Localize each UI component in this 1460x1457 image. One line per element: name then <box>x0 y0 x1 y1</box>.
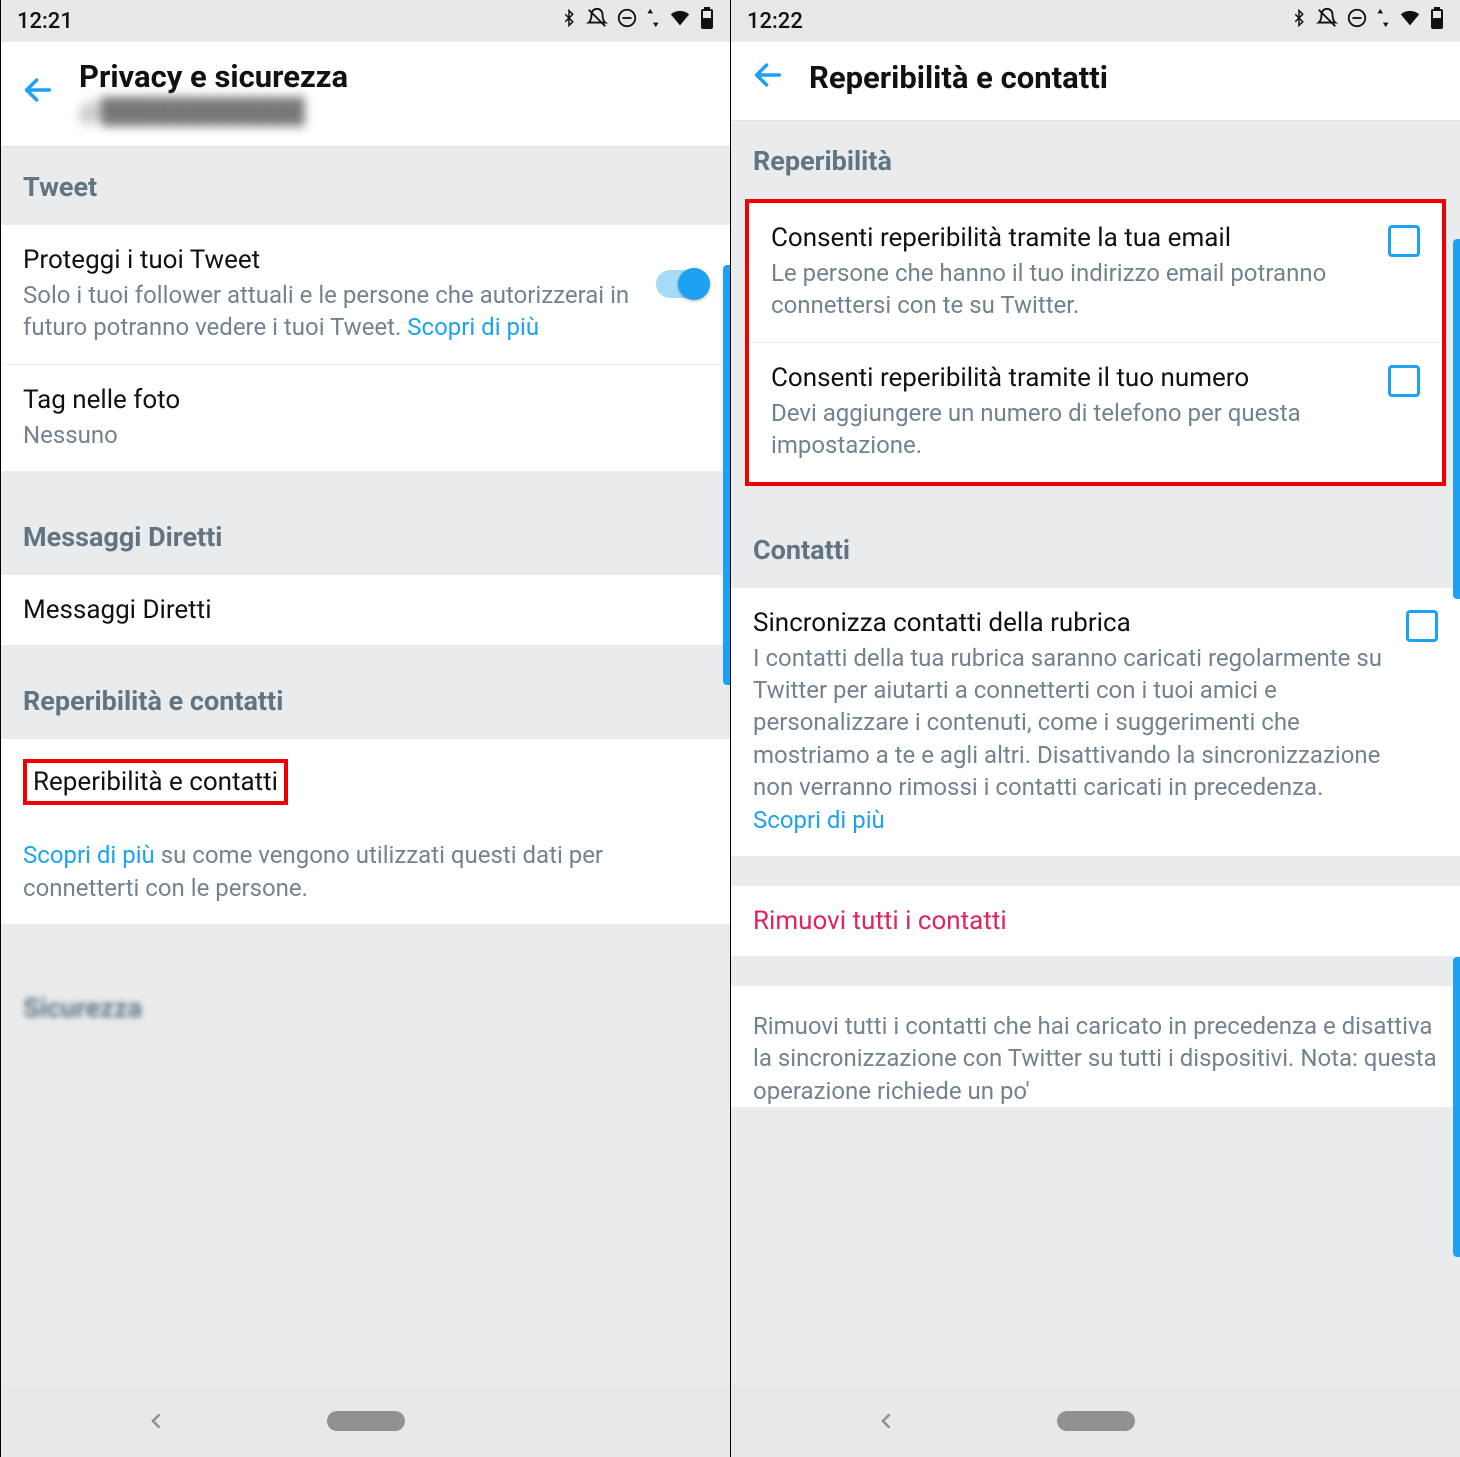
row-discover-by-phone[interactable]: Consenti reperibilità tramite il tuo num… <box>749 343 1442 482</box>
email-discover-title: Consenti reperibilità tramite la tua ema… <box>771 223 1370 253</box>
status-icons <box>560 7 714 35</box>
dm-title: Messaggi Diretti <box>23 595 708 625</box>
scroll-indicator <box>1453 957 1460 1257</box>
dnd-circle-icon <box>1346 7 1368 35</box>
checkbox-discover-phone[interactable] <box>1388 365 1420 397</box>
status-time: 12:21 <box>17 9 73 34</box>
phone-discover-desc: Devi aggiungere un numero di telefono pe… <box>771 397 1370 462</box>
protect-desc: Solo i tuoi follower attuali e le person… <box>23 279 638 344</box>
scroll-indicator <box>1453 239 1460 599</box>
sync-desc: I contatti della tua rubrica saranno car… <box>753 642 1388 836</box>
section-header-discover: Reperibilità e contatti <box>1 645 730 739</box>
learn-more-link[interactable]: Scopri di più <box>407 313 539 341</box>
wifi-icon <box>1398 7 1422 35</box>
content-scroll[interactable]: Tweet Proteggi i tuoi Tweet Solo i tuoi … <box>1 147 730 1385</box>
app-header: Privacy e sicurezza @████████████ <box>1 42 730 147</box>
phone-discover-title: Consenti reperibilità tramite il tuo num… <box>771 363 1370 393</box>
section-header-contacts: Contatti <box>731 486 1460 588</box>
bluetooth-icon <box>560 7 578 35</box>
nav-back-button[interactable] <box>147 1407 167 1435</box>
row-protect-tweets[interactable]: Proteggi i tuoi Tweet Solo i tuoi follow… <box>1 225 730 365</box>
spacer <box>731 956 1460 986</box>
dnd-bell-icon <box>1316 7 1338 35</box>
sync-title: Sincronizza contatti della rubrica <box>753 608 1388 638</box>
nav-home-pill[interactable] <box>327 1411 405 1431</box>
checkbox-discover-email[interactable] <box>1388 225 1420 257</box>
checkbox-sync-contacts[interactable] <box>1406 610 1438 642</box>
protect-title: Proteggi i tuoi Tweet <box>23 245 638 275</box>
row-dm[interactable]: Messaggi Diretti <box>1 575 730 645</box>
email-discover-desc: Le persone che hanno il tuo indirizzo em… <box>771 257 1370 322</box>
photo-tag-value: Nessuno <box>23 419 708 451</box>
nav-back-button[interactable] <box>877 1407 897 1435</box>
app-header: Reperibilità e contatti <box>731 42 1460 121</box>
highlight-discover-contacts: Reperibilità e contatti <box>23 759 288 805</box>
row-remove-all-contacts[interactable]: Rimuovi tutti i contatti <box>731 886 1460 956</box>
sync-learn-more-link[interactable]: Scopri di più <box>753 806 885 834</box>
highlight-discoverability-rows: Consenti reperibilità tramite la tua ema… <box>745 199 1446 486</box>
discover-learn-more-link[interactable]: Scopri di più <box>23 841 155 869</box>
status-bar: 12:21 <box>1 0 730 42</box>
battery-icon <box>1430 7 1444 35</box>
status-icons <box>1290 7 1444 35</box>
photo-tag-title: Tag nelle foto <box>23 385 708 415</box>
toggle-protect-tweets[interactable] <box>656 270 708 298</box>
section-header-dm: Messaggi Diretti <box>1 471 730 575</box>
data-arrows-icon <box>646 7 660 35</box>
page-title: Privacy e sicurezza <box>79 58 348 95</box>
screen-discoverability: 12:22 Reperibilit <box>730 0 1460 1457</box>
remove-contacts-desc: Rimuovi tutti i contatti che hai caricat… <box>753 1010 1438 1107</box>
row-discover-by-email[interactable]: Consenti reperibilità tramite la tua ema… <box>749 203 1442 343</box>
row-discover-contacts[interactable]: Reperibilità e contatti <box>1 739 730 825</box>
system-nav-bar <box>1 1385 730 1457</box>
spacer <box>731 856 1460 886</box>
scroll-indicator <box>723 265 730 685</box>
system-nav-bar <box>731 1385 1460 1457</box>
discover-info: Scopri di più su come vengono utilizzati… <box>23 839 708 904</box>
data-arrows-icon <box>1376 7 1390 35</box>
content-scroll[interactable]: Reperibilità Consenti reperibilità trami… <box>731 121 1460 1385</box>
back-arrow-icon[interactable] <box>751 58 785 96</box>
back-arrow-icon[interactable] <box>21 73 55 111</box>
section-header-discoverability: Reperibilità <box>731 121 1460 199</box>
page-subtitle-handle: @████████████ <box>79 97 348 126</box>
dnd-circle-icon <box>616 7 638 35</box>
wifi-icon <box>668 7 692 35</box>
spacer <box>1 924 730 984</box>
discover-title: Reperibilità e contatti <box>33 767 278 797</box>
section-header-tweet: Tweet <box>1 147 730 225</box>
page-title: Reperibilità e contatti <box>809 59 1108 96</box>
dnd-bell-icon <box>586 7 608 35</box>
row-sync-contacts[interactable]: Sincronizza contatti della rubrica I con… <box>731 588 1460 856</box>
section-header-security-partial: Sicurezza <box>1 984 730 1024</box>
row-photo-tagging[interactable]: Tag nelle foto Nessuno <box>1 365 730 471</box>
battery-icon <box>700 7 714 35</box>
nav-home-pill[interactable] <box>1057 1411 1135 1431</box>
screen-privacy: 12:21 Privacy e s <box>0 0 730 1457</box>
row-remove-contacts-desc: Rimuovi tutti i contatti che hai caricat… <box>731 986 1460 1107</box>
status-bar: 12:22 <box>731 0 1460 42</box>
remove-contacts-title: Rimuovi tutti i contatti <box>753 906 1438 936</box>
status-time: 12:22 <box>747 9 803 34</box>
sync-desc-text: I contatti della tua rubrica saranno car… <box>753 644 1382 802</box>
row-discover-info: Scopri di più su come vengono utilizzati… <box>1 825 730 924</box>
bluetooth-icon <box>1290 7 1308 35</box>
